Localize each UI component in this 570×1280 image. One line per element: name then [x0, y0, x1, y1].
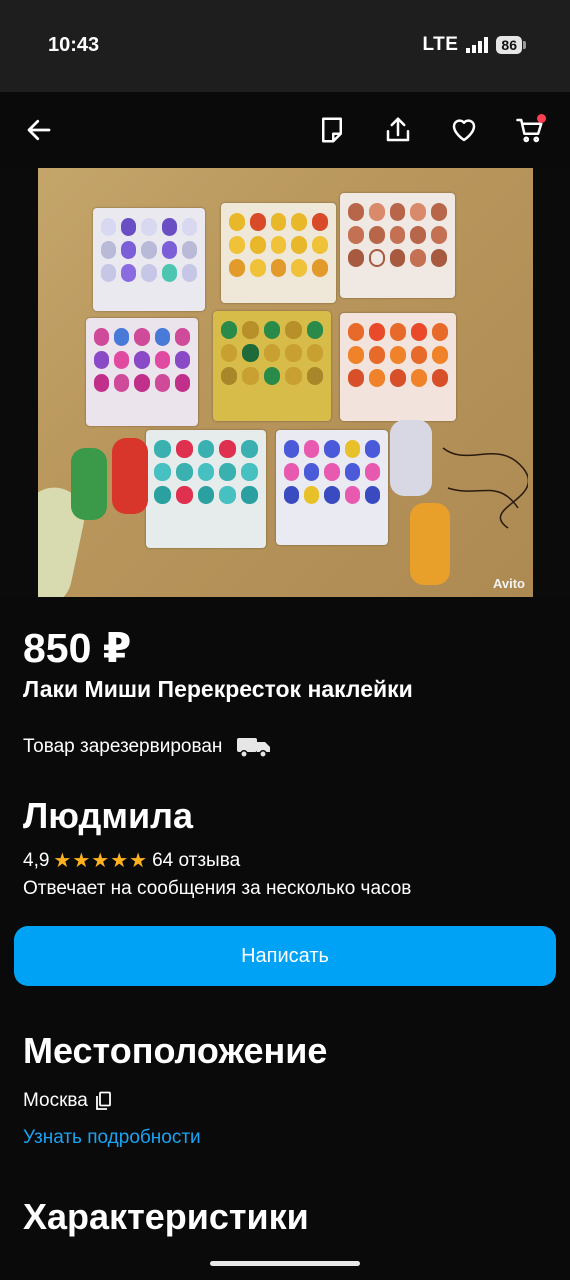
truck-icon — [237, 738, 271, 758]
battery-icon: 86 — [496, 36, 526, 54]
reserved-status: Товар зарезервирован — [23, 735, 272, 759]
note-button[interactable] — [310, 108, 354, 152]
characteristics-heading: Характеристики — [23, 1196, 309, 1237]
copy-icon[interactable] — [94, 1091, 112, 1111]
product-photo[interactable]: Avito — [0, 168, 570, 597]
back-button[interactable] — [17, 108, 61, 152]
status-time: 10:43 — [48, 34, 100, 56]
listing-title: Лаки Миши Перекресток наклейки — [23, 676, 413, 702]
arrow-left-icon — [27, 119, 51, 141]
photo-image: Avito — [38, 168, 533, 597]
network-type: LTE — [422, 34, 459, 55]
favorite-button[interactable] — [442, 108, 486, 152]
note-icon — [322, 117, 342, 143]
status-bar: 10:43 LTE 86 — [0, 0, 570, 92]
location-heading: Местоположение — [23, 1030, 328, 1071]
avito-watermark: Avito — [492, 576, 525, 591]
price: 850 ₽ — [23, 625, 132, 671]
top-toolbar — [0, 92, 570, 168]
home-indicator[interactable] — [210, 1261, 360, 1266]
heart-icon — [452, 119, 476, 142]
share-button[interactable] — [376, 108, 420, 152]
cart-badge — [537, 114, 546, 123]
rating-value: 4,9 — [23, 849, 50, 871]
seller-name[interactable]: Людмила — [23, 795, 193, 837]
share-icon — [386, 117, 410, 142]
reviews-count: 64 отзыва — [152, 849, 241, 871]
response-time: Отвечает на сообщения за несколько часов — [23, 878, 412, 899]
city-name: Москва — [23, 1090, 88, 1111]
seller-rating[interactable]: 4,9 ★★★★★ 64 отзыва — [23, 848, 240, 873]
location-city[interactable]: Москва — [23, 1090, 112, 1112]
cart-button[interactable] — [508, 108, 552, 152]
reserved-label: Товар зарезервирован — [23, 736, 223, 757]
details-link[interactable]: Узнать подробности — [23, 1127, 201, 1149]
star-icons: ★★★★★ — [53, 850, 149, 872]
status-indicators: LTE 86 — [422, 34, 526, 56]
signal-icon — [466, 37, 489, 53]
write-message-button[interactable]: Написать — [14, 926, 556, 986]
